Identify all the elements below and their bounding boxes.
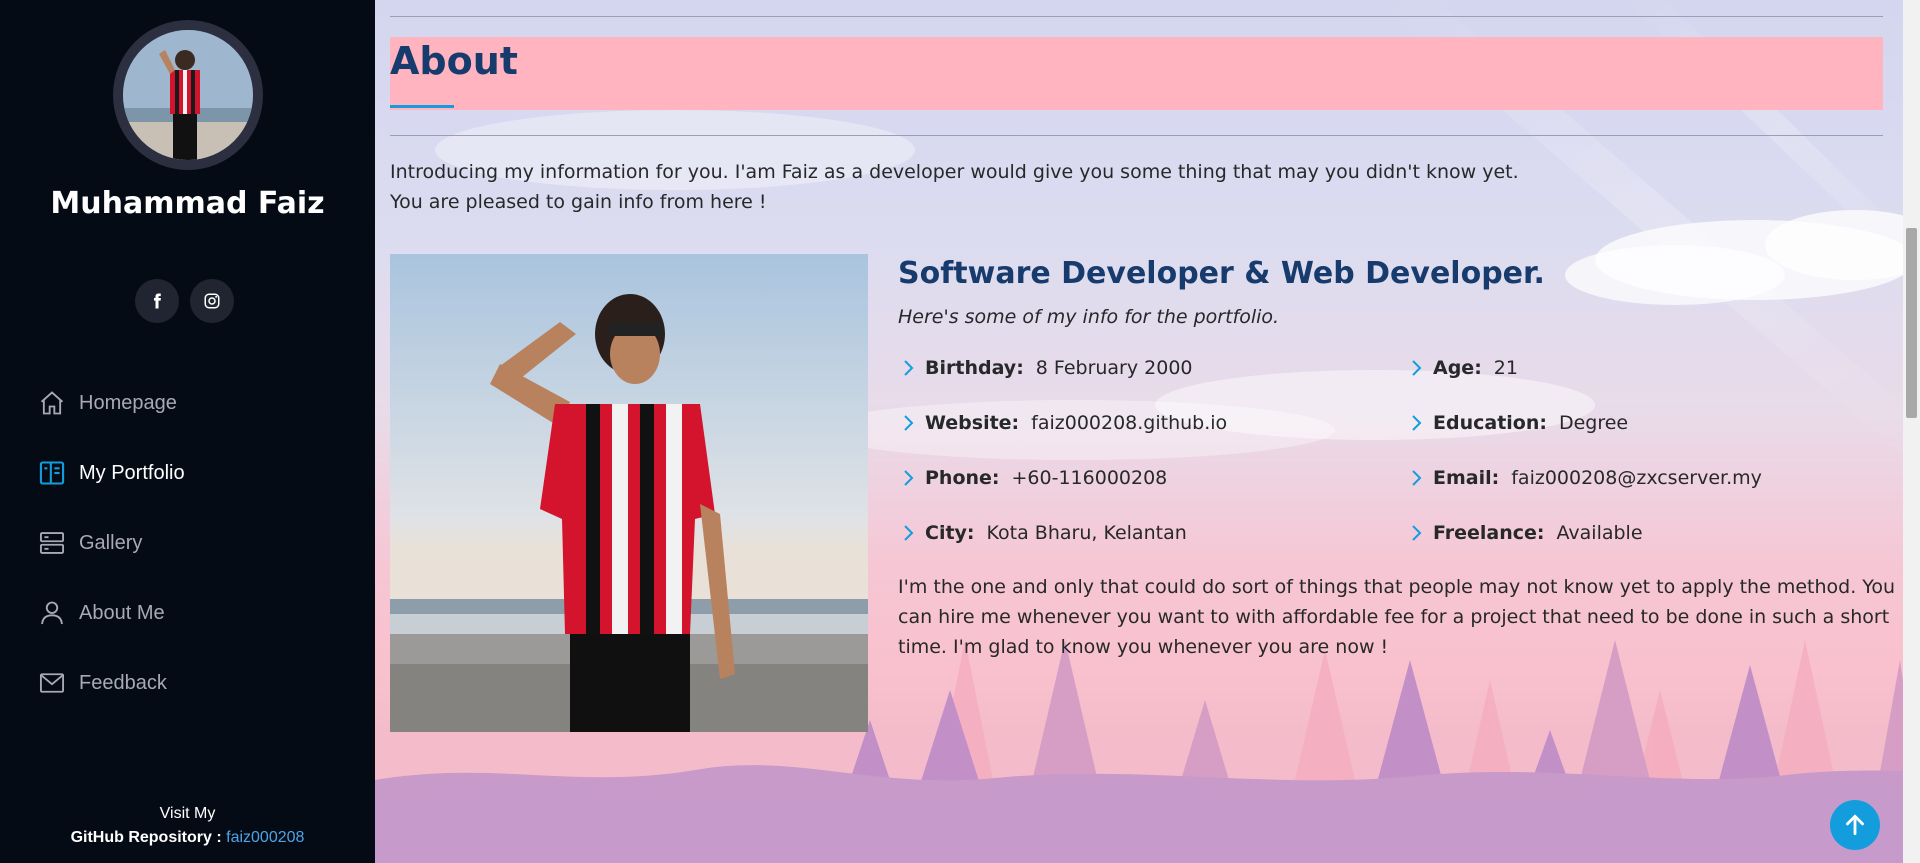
top-divider bbox=[390, 16, 1883, 17]
detail-value: 21 bbox=[1493, 357, 1518, 379]
github-visit-text: Visit My bbox=[159, 805, 216, 822]
detail-key: City: bbox=[925, 522, 975, 544]
back-to-top-button[interactable] bbox=[1830, 800, 1880, 850]
chevron-right-icon bbox=[904, 525, 914, 541]
sidebar: Muhammad Faiz Homepage My Portfolio Gall… bbox=[0, 0, 375, 863]
nav-item-gallery[interactable]: Gallery bbox=[0, 508, 375, 578]
intro-line-2: You are pleased to gain info from here ! bbox=[390, 191, 767, 213]
detail-value: faiz000208@zxcserver.my bbox=[1511, 467, 1762, 489]
chevron-right-icon bbox=[1412, 470, 1422, 486]
detail-key: Birthday: bbox=[925, 357, 1024, 379]
chevron-right-icon bbox=[904, 415, 914, 431]
facebook-link[interactable] bbox=[135, 279, 179, 323]
profile-avatar bbox=[113, 20, 263, 170]
sidebar-nav: Homepage My Portfolio Gallery About Me F… bbox=[0, 368, 375, 718]
instagram-link[interactable] bbox=[190, 279, 234, 323]
detail-phone: Phone: +60-116000208 bbox=[898, 463, 1167, 493]
role-tagline: Here's some of my info for the portfolio… bbox=[898, 306, 1280, 328]
detail-value: faiz000208.github.io bbox=[1031, 412, 1228, 434]
chevron-right-icon bbox=[1412, 360, 1422, 376]
chevron-right-icon bbox=[1412, 415, 1422, 431]
instagram-icon bbox=[204, 293, 220, 309]
detail-key: Phone: bbox=[925, 467, 1000, 489]
detail-key: Education: bbox=[1433, 412, 1547, 434]
nav-item-label: Feedback bbox=[79, 671, 167, 694]
chevron-right-icon bbox=[1412, 525, 1422, 541]
detail-email: Email: faiz000208@zxcserver.my bbox=[1406, 463, 1762, 493]
detail-value: 8 February 2000 bbox=[1035, 357, 1193, 379]
detail-age: Age: 21 bbox=[1406, 353, 1518, 383]
nav-item-label: About Me bbox=[79, 601, 165, 624]
role-title: Software Developer & Web Developer. bbox=[898, 256, 1545, 291]
detail-value: Available bbox=[1556, 522, 1643, 544]
arrow-up-icon bbox=[1846, 814, 1864, 836]
profile-name: Muhammad Faiz bbox=[50, 186, 325, 221]
chevron-right-icon bbox=[904, 360, 914, 376]
server-icon bbox=[39, 532, 65, 554]
home-icon bbox=[40, 391, 64, 415]
detail-key: Website: bbox=[925, 412, 1020, 434]
facebook-icon bbox=[154, 293, 161, 309]
nav-item-label: Homepage bbox=[79, 391, 177, 414]
intro-line-1: Introducing my information for you. I'am… bbox=[390, 161, 1519, 183]
detail-value: Kota Bharu, Kelantan bbox=[986, 522, 1187, 544]
nav-item-my-portfolio[interactable]: My Portfolio bbox=[0, 438, 375, 508]
person-icon bbox=[41, 601, 63, 625]
detail-city: City: Kota Bharu, Kelantan bbox=[898, 518, 1187, 548]
chevron-right-icon bbox=[904, 470, 914, 486]
github-link[interactable]: faiz000208 bbox=[226, 829, 304, 846]
bio-paragraph: I'm the one and only that could do sort … bbox=[898, 576, 1896, 658]
nav-item-label: Gallery bbox=[79, 531, 143, 554]
detail-education: Education: Degree bbox=[1406, 408, 1628, 438]
detail-key: Freelance: bbox=[1433, 522, 1545, 544]
scrollbar-thumb[interactable] bbox=[1906, 228, 1917, 418]
profile-photo bbox=[390, 254, 868, 732]
detail-freelance: Freelance: Available bbox=[1406, 518, 1643, 548]
intro-text: Introducing my information for you. I'am… bbox=[390, 157, 1690, 217]
github-label: GitHub Repository : bbox=[70, 829, 222, 846]
main-content: About Introducing my information for you… bbox=[375, 0, 1920, 863]
github-footer: Visit My GitHub Repository : faiz000208 bbox=[0, 802, 375, 850]
nav-item-homepage[interactable]: Homepage bbox=[0, 368, 375, 438]
detail-key: Age: bbox=[1433, 357, 1482, 379]
nav-item-label: My Portfolio bbox=[79, 461, 185, 484]
detail-key: Email: bbox=[1433, 467, 1500, 489]
detail-birthday: Birthday: 8 February 2000 bbox=[898, 353, 1193, 383]
section-title-band bbox=[390, 37, 1883, 110]
detail-value: +60-116000208 bbox=[1011, 467, 1168, 489]
section-title: About bbox=[390, 39, 518, 83]
section-divider bbox=[390, 135, 1883, 136]
scrollbar[interactable] bbox=[1903, 0, 1920, 863]
detail-website: Website: faiz000208.github.io bbox=[898, 408, 1227, 438]
portfolio-icon bbox=[39, 461, 65, 485]
detail-value: Degree bbox=[1558, 412, 1629, 434]
title-underline bbox=[390, 105, 454, 108]
nav-item-about-me[interactable]: About Me bbox=[0, 578, 375, 648]
envelope-icon bbox=[39, 673, 65, 693]
nav-item-feedback[interactable]: Feedback bbox=[0, 648, 375, 718]
